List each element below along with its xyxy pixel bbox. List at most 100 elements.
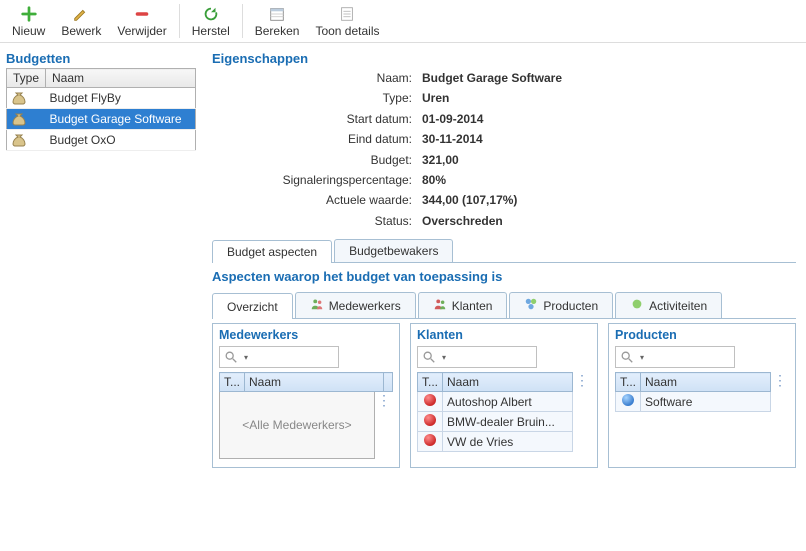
budgets-table: Type Naam Budget FlyBy Budget Garage Sof… [6, 68, 196, 151]
calculate-button[interactable]: Bereken [247, 2, 308, 40]
col-type[interactable]: Type [7, 69, 46, 88]
col-name[interactable]: Naam [46, 69, 196, 88]
employees-table: T... Naam [219, 372, 393, 392]
search-icon [422, 350, 436, 364]
people-red-icon [433, 297, 447, 314]
chevron-down-icon: ▾ [244, 353, 248, 362]
products-panel: Producten ▾ T... Naam Software ⋮ [608, 323, 796, 468]
properties-title: Eigenschappen [212, 51, 796, 66]
status-dot-icon [424, 394, 436, 406]
chevron-down-icon: ▾ [640, 353, 644, 362]
status-dot-icon [424, 414, 436, 426]
products-table: T... Naam Software [615, 372, 771, 412]
show-details-label: Toon details [315, 24, 379, 38]
prop-value: 01-09-2014 [422, 109, 483, 129]
cubes-icon [524, 297, 538, 314]
table-row[interactable]: BMW-dealer Bruin... [418, 412, 573, 432]
delete-button[interactable]: Verwijder [109, 2, 174, 40]
money-bag-icon [11, 132, 27, 148]
main-toolbar: Nieuw Bewerk Verwijder Herstel Bereken T… [0, 0, 806, 43]
table-row[interactable]: Budget Garage Software [7, 109, 196, 130]
clients-panel: Klanten ▾ T... Naam Autoshop Albert BMW-… [410, 323, 598, 468]
tab-activities[interactable]: Activiteiten [615, 292, 722, 318]
col-name[interactable]: Naam [245, 373, 384, 392]
prop-label: Start datum: [242, 109, 412, 129]
calendar-icon [267, 4, 287, 24]
tab-budget-watchers[interactable]: Budgetbewakers [334, 239, 453, 262]
primary-tabrow: Budget aspecten Budgetbewakers [212, 239, 796, 263]
prop-label: Actuele waarde: [242, 190, 412, 210]
budget-name: Budget FlyBy [46, 88, 196, 109]
money-bag-icon [11, 111, 27, 127]
delete-label: Verwijder [117, 24, 166, 38]
employees-title: Medewerkers [219, 328, 393, 342]
edit-label: Bewerk [61, 24, 101, 38]
refresh-icon [201, 4, 221, 24]
activity-icon [630, 297, 644, 314]
chevron-down-icon: ▾ [442, 353, 446, 362]
prop-value: 30-11-2014 [422, 129, 483, 149]
budget-name: Budget OxO [46, 130, 196, 151]
prop-value: 344,00 (107,17%) [422, 190, 517, 210]
prop-value: Overschreden [422, 211, 503, 231]
budgets-title: Budgetten [6, 51, 196, 66]
clients-table: T... Naam Autoshop Albert BMW-dealer Bru… [417, 372, 573, 452]
prop-value: Uren [422, 88, 449, 108]
restore-button[interactable]: Herstel [184, 2, 238, 40]
aspects-section-title: Aspecten waarop het budget van toepassin… [212, 269, 796, 284]
tab-overview[interactable]: Overzicht [212, 293, 293, 319]
table-row[interactable]: Budget OxO [7, 130, 196, 151]
prop-label: Type: [242, 88, 412, 108]
money-bag-icon [11, 90, 27, 106]
col-name[interactable]: Naam [641, 373, 771, 392]
table-row[interactable]: Autoshop Albert [418, 392, 573, 412]
document-icon [337, 4, 357, 24]
search-icon [620, 350, 634, 364]
properties-panel: Eigenschappen Naam: Budget Garage Softwar… [202, 43, 806, 468]
prop-label: Naam: [242, 68, 412, 88]
prop-value: 321,00 [422, 150, 459, 170]
aspect-tabrow: Overzicht Medewerkers Klanten Producten … [212, 292, 796, 319]
table-row[interactable]: Software [616, 392, 771, 412]
prop-label: Budget: [242, 150, 412, 170]
tab-products[interactable]: Producten [509, 292, 613, 318]
prop-value: 80% [422, 170, 446, 190]
employees-placeholder: <Alle Medewerkers> [219, 392, 375, 459]
plus-icon [19, 4, 39, 24]
people-icon [310, 297, 324, 314]
new-label: Nieuw [12, 24, 45, 38]
prop-value: Budget Garage Software [422, 68, 562, 88]
status-dot-icon [424, 434, 436, 446]
edit-button[interactable]: Bewerk [53, 2, 109, 40]
calculate-label: Bereken [255, 24, 300, 38]
new-button[interactable]: Nieuw [4, 2, 53, 40]
tab-employees[interactable]: Medewerkers [295, 292, 416, 318]
col-type[interactable]: T... [616, 373, 641, 392]
employees-search[interactable]: ▾ [219, 346, 339, 368]
tab-budget-aspects[interactable]: Budget aspecten [212, 240, 332, 263]
col-type[interactable]: T... [418, 373, 443, 392]
more-menu[interactable]: ⋮ [375, 392, 393, 459]
prop-label: Eind datum: [242, 129, 412, 149]
table-row[interactable]: VW de Vries [418, 432, 573, 452]
budgets-panel: Budgetten Type Naam Budget FlyBy Budget … [0, 43, 202, 468]
more-menu[interactable]: ⋮ [573, 372, 591, 452]
more-menu[interactable]: ⋮ [771, 372, 789, 412]
clients-search[interactable]: ▾ [417, 346, 537, 368]
tab-clients[interactable]: Klanten [418, 292, 508, 318]
product-dot-icon [622, 394, 634, 406]
budget-name: Budget Garage Software [46, 109, 196, 130]
restore-label: Herstel [192, 24, 230, 38]
show-details-button[interactable]: Toon details [307, 2, 387, 40]
table-row[interactable]: Budget FlyBy [7, 88, 196, 109]
prop-label: Status: [242, 211, 412, 231]
employees-panel: Medewerkers ▾ T... Naam [212, 323, 400, 468]
minus-icon [132, 4, 152, 24]
search-icon [224, 350, 238, 364]
prop-label: Signaleringspercentage: [242, 170, 412, 190]
products-search[interactable]: ▾ [615, 346, 735, 368]
col-type[interactable]: T... [220, 373, 245, 392]
col-name[interactable]: Naam [443, 373, 573, 392]
products-title: Producten [615, 328, 789, 342]
clients-title: Klanten [417, 328, 591, 342]
